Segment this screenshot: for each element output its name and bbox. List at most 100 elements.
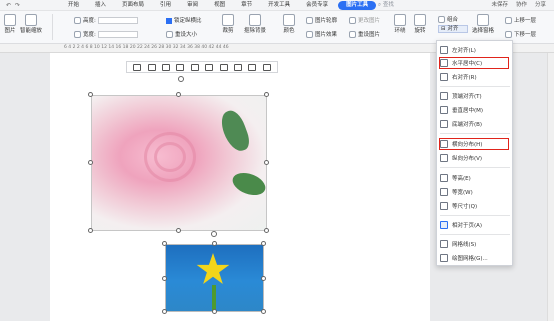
tab-picture-tools[interactable]: 图片工具 bbox=[338, 1, 377, 10]
tab-chapter[interactable]: 章节 bbox=[233, 1, 260, 10]
picture-button[interactable]: 图片 bbox=[4, 14, 16, 34]
resize-handle[interactable] bbox=[88, 160, 93, 165]
menu-item-drawing-grid[interactable]: 绘图网格(G)... bbox=[440, 252, 510, 264]
resize-handle[interactable] bbox=[162, 309, 167, 314]
menu-item-align-bottom[interactable]: 底端对齐(B) bbox=[440, 118, 510, 130]
save-status[interactable]: 未保存 bbox=[491, 1, 508, 10]
vertical-scrollbar[interactable] bbox=[547, 53, 554, 321]
group-icon bbox=[438, 16, 445, 23]
tab-member[interactable]: 会员专享 bbox=[298, 1, 336, 10]
tab-page-layout[interactable]: 页面布局 bbox=[114, 1, 152, 10]
menu-item-align-center[interactable]: 水平居中(C) bbox=[439, 57, 509, 69]
align-middle-icon[interactable] bbox=[205, 63, 214, 71]
distribute-horizontal-icon[interactable] bbox=[233, 63, 242, 71]
smart-crop-button[interactable]: 智能缩放 bbox=[20, 14, 42, 34]
rotate-handle-icon[interactable] bbox=[178, 76, 184, 82]
lock-ratio-checkbox[interactable]: 锁定纵横比 bbox=[166, 16, 202, 24]
ruler-numbers: 6 4 2 2 4 6 8 10 12 14 16 18 20 22 24 26… bbox=[64, 45, 229, 50]
menu-item-distribute-horizontal[interactable]: 横向分布(H) bbox=[439, 138, 509, 150]
align-button[interactable]: ⊟ 对齐 bbox=[438, 25, 468, 33]
menu-item-align-middle[interactable]: 垂直居中(M) bbox=[440, 104, 510, 116]
relative-page-icon bbox=[440, 221, 448, 229]
bring-forward-button[interactable]: 上移一层 bbox=[505, 16, 536, 24]
cutout-icon bbox=[249, 14, 261, 26]
undo-icon[interactable]: ↶ bbox=[6, 2, 11, 9]
menu-item-distribute-vertical[interactable]: 纵向分布(V) bbox=[440, 152, 510, 164]
cutout-button[interactable]: 抠除背景 bbox=[244, 14, 266, 34]
align-left-icon[interactable] bbox=[147, 63, 156, 71]
group-button[interactable]: 组合 bbox=[438, 15, 458, 23]
select-pane-button[interactable]: 选择窗格 bbox=[472, 14, 494, 34]
outline-button[interactable]: 图片轮廓 bbox=[306, 16, 337, 24]
change-picture-button[interactable]: 更改图片 bbox=[349, 16, 380, 24]
distribute-vertical-icon[interactable] bbox=[248, 63, 257, 71]
height-field[interactable] bbox=[97, 17, 138, 24]
stem-shape bbox=[212, 285, 216, 311]
crop-button[interactable]: 裁剪 bbox=[222, 14, 234, 34]
share-button[interactable]: 分享 bbox=[535, 1, 546, 10]
rose-image[interactable] bbox=[91, 95, 267, 231]
resize-handle[interactable] bbox=[264, 92, 269, 97]
effect-button[interactable]: 图片效果 bbox=[306, 30, 337, 38]
resize-handle[interactable] bbox=[261, 309, 266, 314]
resize-handle[interactable] bbox=[88, 228, 93, 233]
align-bottom-icon[interactable] bbox=[219, 63, 228, 71]
rotate-button[interactable]: 旋转 bbox=[414, 14, 426, 34]
send-backward-button[interactable]: 下移一层 bbox=[505, 30, 536, 38]
resize-handle[interactable] bbox=[176, 228, 181, 233]
tab-insert[interactable]: 插入 bbox=[87, 1, 114, 10]
menu-item-same-size[interactable]: 等尺寸(Q) bbox=[440, 200, 510, 212]
collaborate-button[interactable]: 协作 bbox=[516, 1, 527, 10]
tab-references[interactable]: 引用 bbox=[152, 1, 179, 10]
align-dropdown-menu: 左对齐(L) 水平居中(C) 右对齐(R) 顶端对齐(T) 垂直居中(M) 底端… bbox=[436, 40, 513, 266]
width-row: 宽度: bbox=[74, 30, 138, 38]
picture-mini-toolbar bbox=[126, 61, 278, 73]
rotate-handle-icon[interactable] bbox=[211, 231, 217, 237]
tab-home[interactable]: 开始 bbox=[60, 1, 87, 10]
daffodil-image[interactable] bbox=[165, 244, 264, 312]
distribute-vertical-icon bbox=[440, 154, 448, 162]
picture-icon bbox=[4, 14, 16, 26]
width-field[interactable] bbox=[97, 31, 138, 38]
redo-icon[interactable]: ↷ bbox=[15, 2, 20, 9]
menu-divider bbox=[440, 86, 510, 87]
outline-icon bbox=[306, 17, 313, 24]
resize-handle[interactable] bbox=[176, 92, 181, 97]
gridlines-icon bbox=[440, 240, 448, 248]
search-box[interactable]: ⌕ 查找 bbox=[378, 1, 394, 10]
resize-handle[interactable] bbox=[162, 241, 167, 246]
resize-handle[interactable] bbox=[212, 241, 217, 246]
menu-item-gridlines[interactable]: 网格线(S) bbox=[440, 238, 510, 250]
menu-item-same-width[interactable]: 等宽(W) bbox=[440, 186, 510, 198]
menu-item-align-right[interactable]: 右对齐(R) bbox=[440, 71, 510, 83]
menu-item-relative-to-page[interactable]: 相对于页(A) bbox=[440, 219, 510, 231]
align-center-icon[interactable] bbox=[161, 63, 170, 71]
menu-divider bbox=[440, 215, 510, 216]
same-height-icon bbox=[440, 174, 448, 182]
more-icon[interactable] bbox=[262, 63, 271, 71]
reset-picture-button[interactable]: 重设图片 bbox=[349, 30, 380, 38]
menu-item-align-left[interactable]: 左对齐(L) bbox=[440, 44, 510, 56]
align-top-icon bbox=[440, 92, 448, 100]
resize-handle[interactable] bbox=[212, 309, 217, 314]
tab-review[interactable]: 审阅 bbox=[179, 1, 206, 10]
align-top-icon[interactable] bbox=[190, 63, 199, 71]
height-icon bbox=[74, 17, 81, 24]
leaf-shape bbox=[217, 107, 253, 155]
tab-developer[interactable]: 开发工具 bbox=[260, 1, 298, 10]
menu-item-align-top[interactable]: 顶端对齐(T) bbox=[440, 90, 510, 102]
menu-item-same-height[interactable]: 等高(E) bbox=[440, 172, 510, 184]
resize-handle[interactable] bbox=[264, 228, 269, 233]
resize-handle[interactable] bbox=[261, 276, 266, 281]
resize-handle[interactable] bbox=[88, 92, 93, 97]
color-button[interactable]: 颜色 bbox=[283, 14, 295, 34]
wrap-button[interactable]: 环绕 bbox=[394, 14, 406, 34]
align-right-icon[interactable] bbox=[176, 63, 185, 71]
quick-access: ↶ ↷ bbox=[6, 2, 20, 9]
reset-size-button[interactable]: 重设大小 bbox=[166, 30, 197, 38]
resize-handle[interactable] bbox=[261, 241, 266, 246]
resize-handle[interactable] bbox=[162, 276, 167, 281]
resize-handle[interactable] bbox=[264, 160, 269, 165]
layout-icon[interactable] bbox=[133, 63, 142, 71]
tab-view[interactable]: 视图 bbox=[206, 1, 233, 10]
